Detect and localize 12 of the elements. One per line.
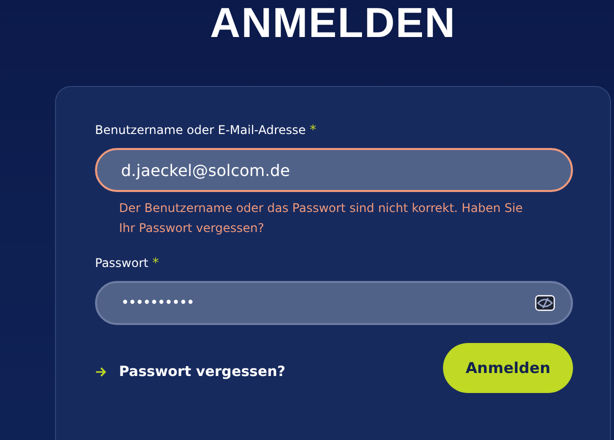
hidden-eye-icon[interactable] xyxy=(535,295,555,311)
required-mark: * xyxy=(152,256,159,271)
page-title: ANMELDEN xyxy=(209,0,457,48)
forgot-password-link[interactable]: Passwort vergessen? xyxy=(95,364,286,380)
input-field[interactable]: •••••••••• xyxy=(95,281,573,325)
field-label: Passwort xyxy=(95,256,148,270)
error-message: Der Benutzername oder das Passwort sind nicht korrekt. Haben Sie Ihr Passwort vergessen? xyxy=(119,200,524,237)
login-button[interactable]: Anmelden xyxy=(443,343,573,393)
required-mark: * xyxy=(310,123,316,138)
field-label: Benutzername oder E-Mail-Adresse xyxy=(95,123,306,137)
arrow-right-icon xyxy=(95,367,107,377)
input-field[interactable]: d.jaeckel@solcom.de xyxy=(95,148,573,192)
